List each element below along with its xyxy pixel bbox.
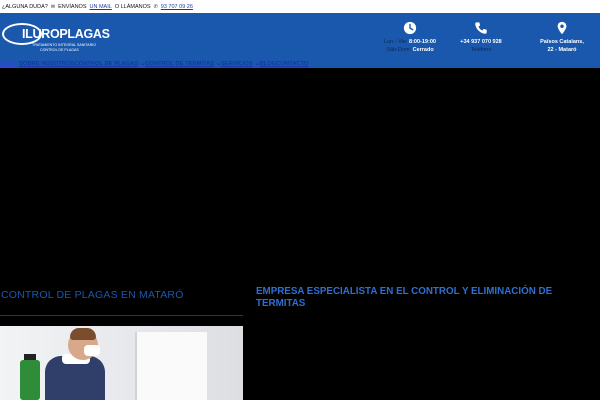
logo-name: ILUROPLAGAS — [22, 27, 110, 41]
send-prefix-text: ENVÍANOS — [58, 3, 87, 10]
call-prefix-text: O LLÁMANOS — [114, 3, 151, 10]
hours-block: Lun - Vie: 8:00-19:00 Sáb-Dom: Cerrado — [380, 21, 440, 53]
section-heading-control-plagas: CONTROL DE PLAGAS EN MATARÓ — [1, 289, 184, 301]
technician-photo — [0, 326, 243, 400]
phone-icon: ✆ — [153, 3, 158, 10]
phone-block[interactable]: +34 937 070 928 Teléfono — [455, 21, 507, 53]
mail-link[interactable]: UN MAIL — [90, 4, 112, 10]
phone-label: Teléfono — [470, 47, 492, 53]
question-text: ¿ALGUNA DUDA? — [2, 3, 48, 10]
clock-icon — [403, 21, 417, 35]
sprayer-tank — [20, 360, 40, 400]
phone-link[interactable]: 93 707 09 26 — [161, 4, 193, 10]
hours-days-2: Sáb-Dom: — [386, 47, 412, 53]
envelope-icon: ✉ — [50, 3, 56, 10]
heading-divider — [0, 315, 243, 316]
address-block[interactable]: Països Catalans, 22 - Mataró — [532, 21, 592, 53]
site-logo[interactable]: ILUROPLAGAS TRATAMIENTO INTEGRAL SANITAR… — [2, 21, 110, 55]
site-header: ILUROPLAGAS TRATAMIENTO INTEGRAL SANITAR… — [0, 13, 600, 59]
location-pin-icon — [557, 21, 567, 35]
nav-item-control-de-termitas[interactable]: CONTROL DE TERMITAS — [145, 61, 214, 67]
hours-time-2: Cerrado — [412, 47, 434, 53]
address-line-2: 22 - Mataró — [547, 47, 577, 53]
phone-number: +34 937 070 928 — [460, 39, 502, 45]
nav-item-control-de-plagas[interactable]: CONTROL DE PLAGAS — [74, 61, 138, 67]
face-mask — [84, 345, 100, 356]
address-line-1: Països Catalans, — [540, 39, 584, 45]
nav-item-inicio[interactable]: Inicio — [0, 61, 19, 67]
nav-item-contacto[interactable]: CONTACTO — [276, 61, 308, 67]
logo-tagline-2: CONTROL DE PLAGAS — [40, 48, 79, 52]
hours-days-1: Lun - Vie: — [384, 39, 408, 45]
hero-banner — [0, 68, 600, 318]
logo-tagline-1: TRATAMIENTO INTEGRAL SANITARIO — [32, 43, 97, 47]
phone-icon — [475, 22, 487, 34]
nav-item-sobre-nosotros[interactable]: SOBRE NOSOTROS — [19, 61, 74, 67]
section-heading-termitas: EMPRESA ESPECIALISTA EN EL CONTROL Y ELI… — [256, 286, 553, 309]
main-nav: Inicio SOBRE NOSOTROS CONTROL DE PLAGAS … — [0, 59, 600, 68]
nav-item-blog[interactable]: BLOG — [259, 61, 276, 67]
hours-time-1: 8:00-19:00 — [409, 39, 436, 45]
nav-item-servicios[interactable]: SERVICIOS — [221, 61, 252, 67]
top-contact-bar: ¿ALGUNA DUDA? ✉ ENVÍANOS UN MAIL O LLÁMA… — [0, 0, 600, 13]
